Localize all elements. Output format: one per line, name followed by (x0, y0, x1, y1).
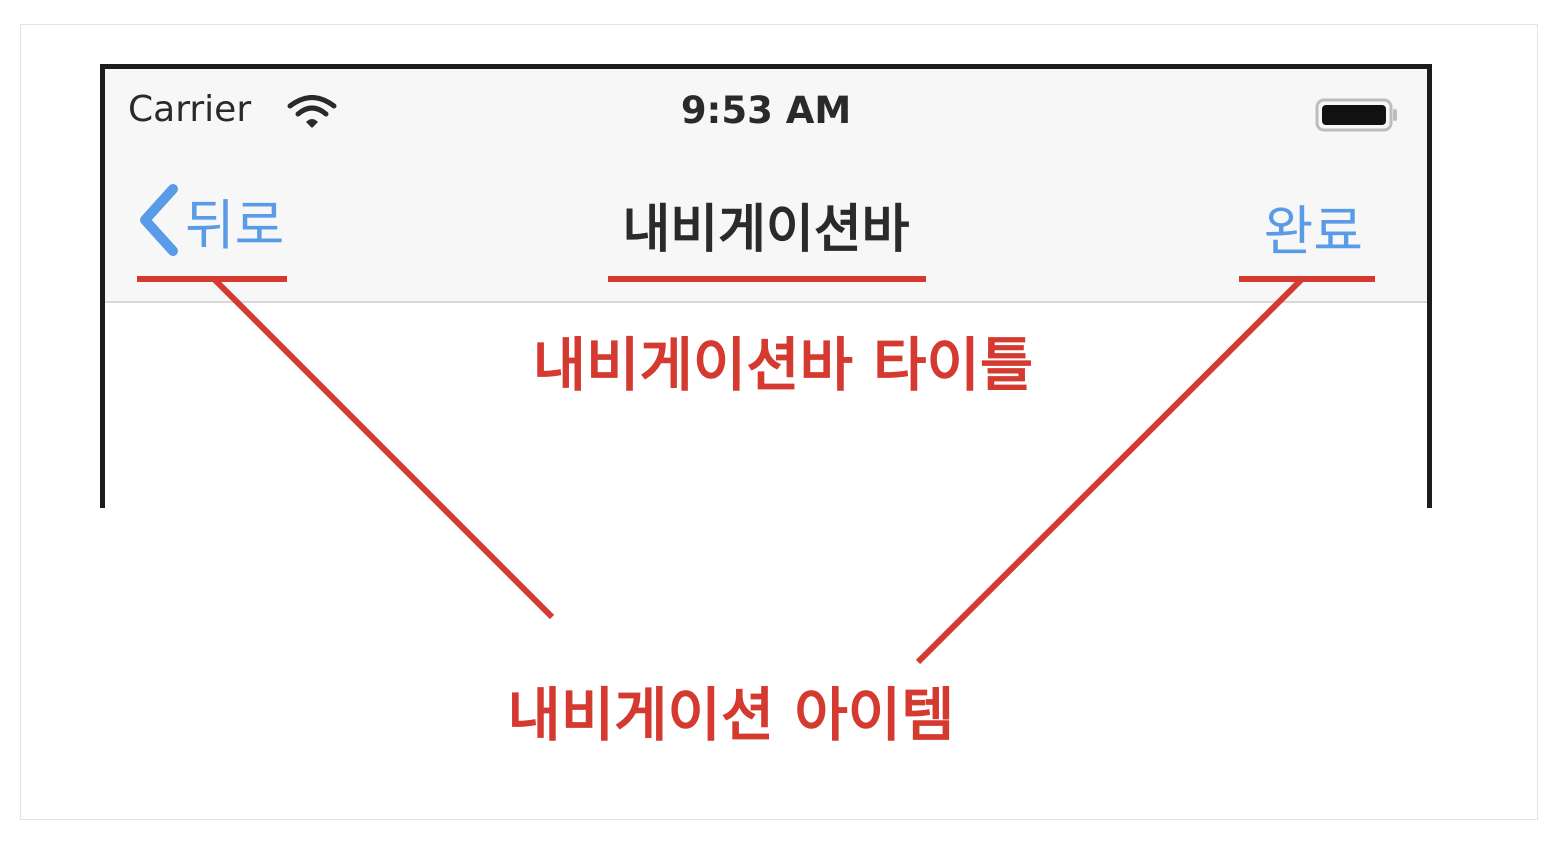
annotation-nav-title: 내비게이션바 타이틀 (532, 331, 1034, 399)
battery-icon (1315, 98, 1397, 132)
annotation-nav-items: 내비게이션 아이템 (507, 681, 955, 749)
bar-background: Carrier 9:53 AM 뒤로 내비게이션바 완료 (105, 69, 1427, 303)
phone-screen: Carrier 9:53 AM 뒤로 내비게이션바 완료 (100, 64, 1432, 508)
done-item-underline (1239, 276, 1375, 282)
nav-title: 내비게이션바 (622, 200, 910, 260)
done-button[interactable]: 완료 (1264, 187, 1363, 266)
title-underline (608, 276, 926, 282)
back-item-underline (137, 276, 287, 282)
status-time: 9:53 AM (680, 89, 852, 132)
